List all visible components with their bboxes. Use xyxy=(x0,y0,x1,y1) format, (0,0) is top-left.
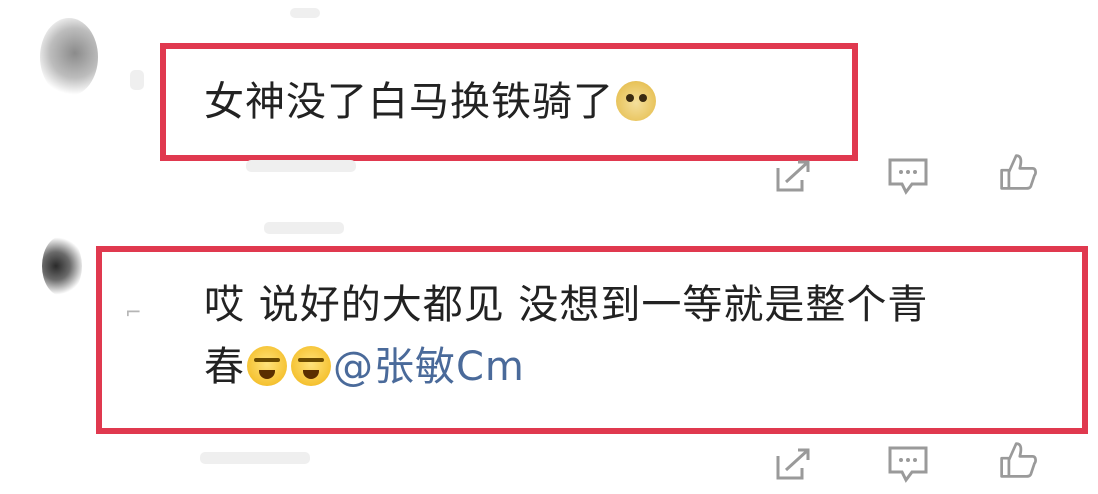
comment-text-line2: 春 @张敏Cm xyxy=(204,336,525,398)
timestamp-blurred xyxy=(246,160,356,172)
username-blurred xyxy=(290,8,320,18)
comment-text-content: 春 xyxy=(204,344,245,390)
user-mention-link[interactable]: @张敏Cm xyxy=(333,344,525,390)
like-icon[interactable] xyxy=(996,440,1040,480)
like-icon[interactable] xyxy=(996,152,1040,192)
comment-text-line1: 哎 说好的大都见 没想到一等就是整个青 xyxy=(204,282,929,328)
cry-icon xyxy=(291,346,331,386)
badge-icon: ⌐ xyxy=(125,300,142,324)
username-blurred xyxy=(130,70,144,90)
doge-icon xyxy=(616,81,656,121)
avatar[interactable] xyxy=(40,18,98,96)
timestamp-blurred xyxy=(200,452,310,464)
avatar[interactable] xyxy=(42,236,82,296)
comment-icon[interactable] xyxy=(886,444,930,484)
comment-text: 女神没了白马换铁骑了 xyxy=(204,71,658,133)
share-icon[interactable] xyxy=(772,444,816,484)
username-blurred xyxy=(264,222,344,234)
highlighted-comment-1: 女神没了白马换铁骑了 xyxy=(160,43,858,161)
comment-icon[interactable] xyxy=(886,156,930,196)
cry-icon xyxy=(247,346,287,386)
highlighted-comment-2: 哎 说好的大都见 没想到一等就是整个青 春 @张敏Cm xyxy=(96,246,1088,434)
comment-text-content: 女神没了白马换铁骑了 xyxy=(204,79,614,125)
share-icon[interactable] xyxy=(772,156,816,196)
